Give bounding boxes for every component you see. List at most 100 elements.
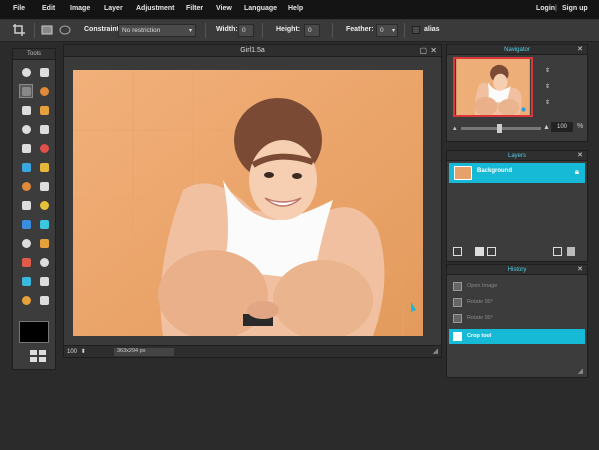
nav-fit-icon[interactable]: ⇕ [545,67,550,74]
bucket-icon[interactable] [19,160,33,174]
document-statusbar: 100 ⬍ 363x294 px ◢ [64,345,441,357]
chevron-down-icon: ▾ [391,28,395,34]
layer-style-icon[interactable] [453,247,462,256]
hand-icon[interactable] [19,293,33,307]
menu-adjustment[interactable]: Adjustment [136,5,175,12]
blur-icon-glyph [39,181,49,191]
dodge-icon[interactable] [37,217,51,231]
zoom-field[interactable]: 100 ⬍ [67,348,91,356]
burn-icon[interactable] [19,236,33,250]
shape-icon-glyph [39,257,49,267]
menu-image[interactable]: Image [70,5,90,12]
feather-input[interactable]: 0 ▾ [376,24,398,37]
zoom-out-icon[interactable]: ▴ [453,124,457,132]
gradient-icon-glyph [39,162,49,172]
zoom-slider-handle[interactable] [497,124,502,133]
sharpen-icon[interactable] [19,198,33,212]
zoom-icon[interactable] [37,293,51,307]
resize-grip-icon[interactable]: ◢ [578,367,583,375]
marquee-icon[interactable] [19,84,33,98]
stamp-icon-glyph [39,143,49,153]
history-item[interactable]: Rotate 90° [449,295,585,310]
lasso-icon[interactable] [37,84,51,98]
tools-panel-title: Tools [13,49,55,60]
width-input[interactable]: 0 [238,24,254,37]
close-icon[interactable]: ✕ [577,151,583,159]
menu-view[interactable]: View [216,5,232,12]
history-item[interactable]: Open Image [449,279,585,294]
nav-actual-icon[interactable]: ⇕ [545,83,550,90]
history-item-label: Rotate 90° [467,299,494,305]
shape-icon[interactable] [37,255,51,269]
sponge-icon[interactable] [19,217,33,231]
close-icon[interactable]: ✕ [577,265,583,273]
hand-icon-glyph [21,295,31,305]
text-icon[interactable] [37,274,51,288]
nav-pan-icon[interactable]: ⇕ [545,99,550,106]
bucket-icon-glyph [21,162,31,172]
blur-icon[interactable] [37,179,51,193]
dropper-icon[interactable] [19,274,33,288]
ellipse-mode-icon[interactable] [58,23,72,37]
rect-mode-icon[interactable] [40,23,54,37]
history-item-active[interactable]: Crop tool [449,329,585,344]
options-divider [34,23,35,38]
height-input[interactable]: 0 [304,24,320,37]
layers-panel: Layers ✕ Background 🔒︎ [446,150,588,262]
antialias-checkbox[interactable] [412,26,420,34]
image-dimensions: 363x294 px [114,348,174,356]
mask-icon[interactable] [475,247,484,256]
wand-icon[interactable] [19,103,33,117]
options-divider [404,23,405,38]
stamp-icon[interactable] [37,141,51,155]
navigator-preview[interactable] [453,57,533,117]
adjust-layer-icon[interactable] [487,247,496,256]
move-icon[interactable] [37,65,51,79]
menu-layer[interactable]: Layer [104,5,123,12]
options-divider [332,23,333,38]
heal-icon[interactable] [19,179,33,193]
move-icon-glyph [39,67,49,77]
navigator-panel: Navigator ✕ ⇕ ⇕ ⇕ ▴ ▲ 100 % [446,44,588,142]
trash-icon[interactable] [567,247,575,256]
smudge-icon[interactable] [37,198,51,212]
redeye-icon[interactable] [37,236,51,250]
lock-icon[interactable]: 🔒︎ [575,167,579,177]
close-icon[interactable]: ✕ [430,46,437,55]
menu-help[interactable]: Help [288,5,303,12]
login-link[interactable]: Login [536,5,555,12]
drop-icon[interactable] [19,255,33,269]
grid-icon[interactable] [30,350,48,364]
signup-link[interactable]: Sign up [562,5,588,12]
zoom-slider[interactable] [461,124,541,133]
history-item-label: Rotate 90° [467,315,494,321]
brush-icon-glyph [21,124,31,134]
zoom-value: 100 [67,349,78,355]
eraser-icon[interactable] [19,141,33,155]
history-step-icon [453,314,462,323]
history-item-label: Open Image [467,283,498,289]
image-canvas[interactable] [73,70,423,336]
menu-file[interactable]: File [13,5,25,12]
maximize-icon[interactable]: ▢ [419,46,427,55]
dodge-icon-glyph [39,219,49,229]
menu-edit[interactable]: Edit [42,5,55,12]
layer-row-background[interactable]: Background 🔒︎ [449,163,585,183]
document-title: Girl1.5a [240,47,265,54]
zoom-in-icon[interactable]: ▲ [543,124,550,131]
eraser-icon-glyph [21,143,31,153]
navigator-zoom-value[interactable]: 100 [551,122,573,132]
menu-language[interactable]: Language [244,5,277,12]
foreground-color-swatch[interactable] [19,321,49,343]
history-item[interactable]: Rotate 90° [449,311,585,326]
close-icon[interactable]: ✕ [577,45,583,53]
menu-filter[interactable]: Filter [186,5,203,12]
pencil-icon[interactable] [37,103,51,117]
gradient-icon[interactable] [37,160,51,174]
constraint-select[interactable]: No restriction ▾ [118,24,196,37]
resize-grip-icon[interactable]: ◢ [433,347,438,355]
crop-icon[interactable] [19,65,33,79]
clone-icon[interactable] [37,122,51,136]
brush-icon[interactable] [19,122,33,136]
new-layer-icon[interactable] [553,247,562,256]
